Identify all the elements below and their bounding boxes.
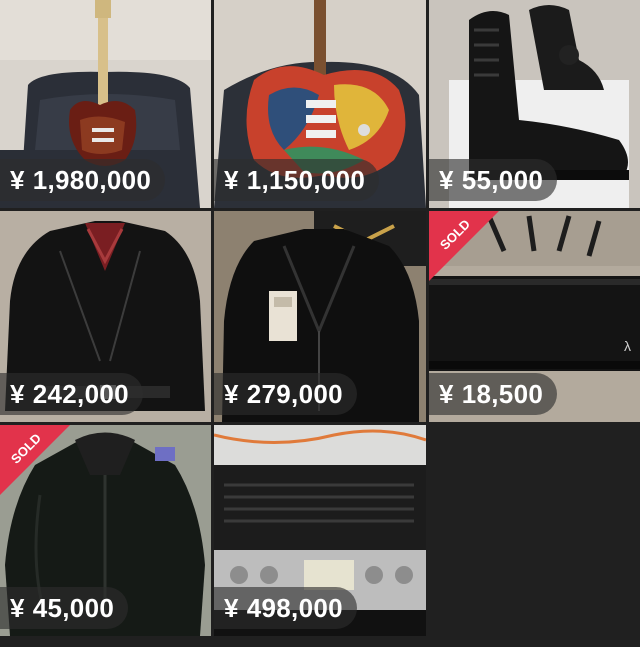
product-tile[interactable]: λ SOLD ¥18,500 [429, 211, 640, 422]
yen-sign: ¥ [439, 379, 454, 409]
price-tag: ¥1,980,000 [0, 159, 166, 201]
price-tag: ¥1,150,000 [214, 159, 380, 201]
product-tile[interactable]: ¥242,000 [0, 211, 211, 422]
yen-sign: ¥ [224, 593, 239, 623]
product-tile[interactable]: ¥279,000 [214, 211, 426, 422]
product-grid: ¥1,980,000 ¥1,150,000 ¥ 55,000 ¥ 242,000… [0, 0, 640, 647]
product-tile[interactable]: ¥1,980,000 [0, 0, 211, 208]
svg-text:λ: λ [624, 338, 631, 354]
empty-cell [429, 425, 640, 636]
price-value: 279,000 [246, 379, 343, 409]
yen-sign: ¥ [10, 593, 25, 623]
yen-sign: ¥ [10, 379, 25, 409]
yen-sign: ¥ [224, 379, 239, 409]
price-tag: ¥242,000 [0, 373, 143, 415]
product-tile[interactable]: ¥55,000 [429, 0, 640, 208]
yen-sign: ¥ [224, 165, 239, 195]
price-value: 1,150,000 [246, 165, 366, 195]
price-tag: ¥45,000 [0, 587, 129, 629]
product-tile[interactable]: ¥498,000 [214, 425, 426, 636]
yen-sign: ¥ [439, 165, 454, 195]
price-value: 242,000 [32, 379, 129, 409]
price-value: 55,000 [461, 165, 544, 195]
price-value: 498,000 [246, 593, 343, 623]
price-value: 1,980,000 [32, 165, 152, 195]
price-tag: ¥55,000 [429, 159, 558, 201]
yen-sign: ¥ [10, 165, 25, 195]
product-tile[interactable]: ¥1,150,000 [214, 0, 426, 208]
price-value: 18,500 [461, 379, 544, 409]
price-value: 45,000 [32, 593, 115, 623]
price-tag: ¥279,000 [214, 373, 357, 415]
product-tile[interactable]: SOLD ¥45,000 [0, 425, 211, 636]
price-tag: ¥498,000 [214, 587, 357, 629]
price-tag: ¥18,500 [429, 373, 558, 415]
